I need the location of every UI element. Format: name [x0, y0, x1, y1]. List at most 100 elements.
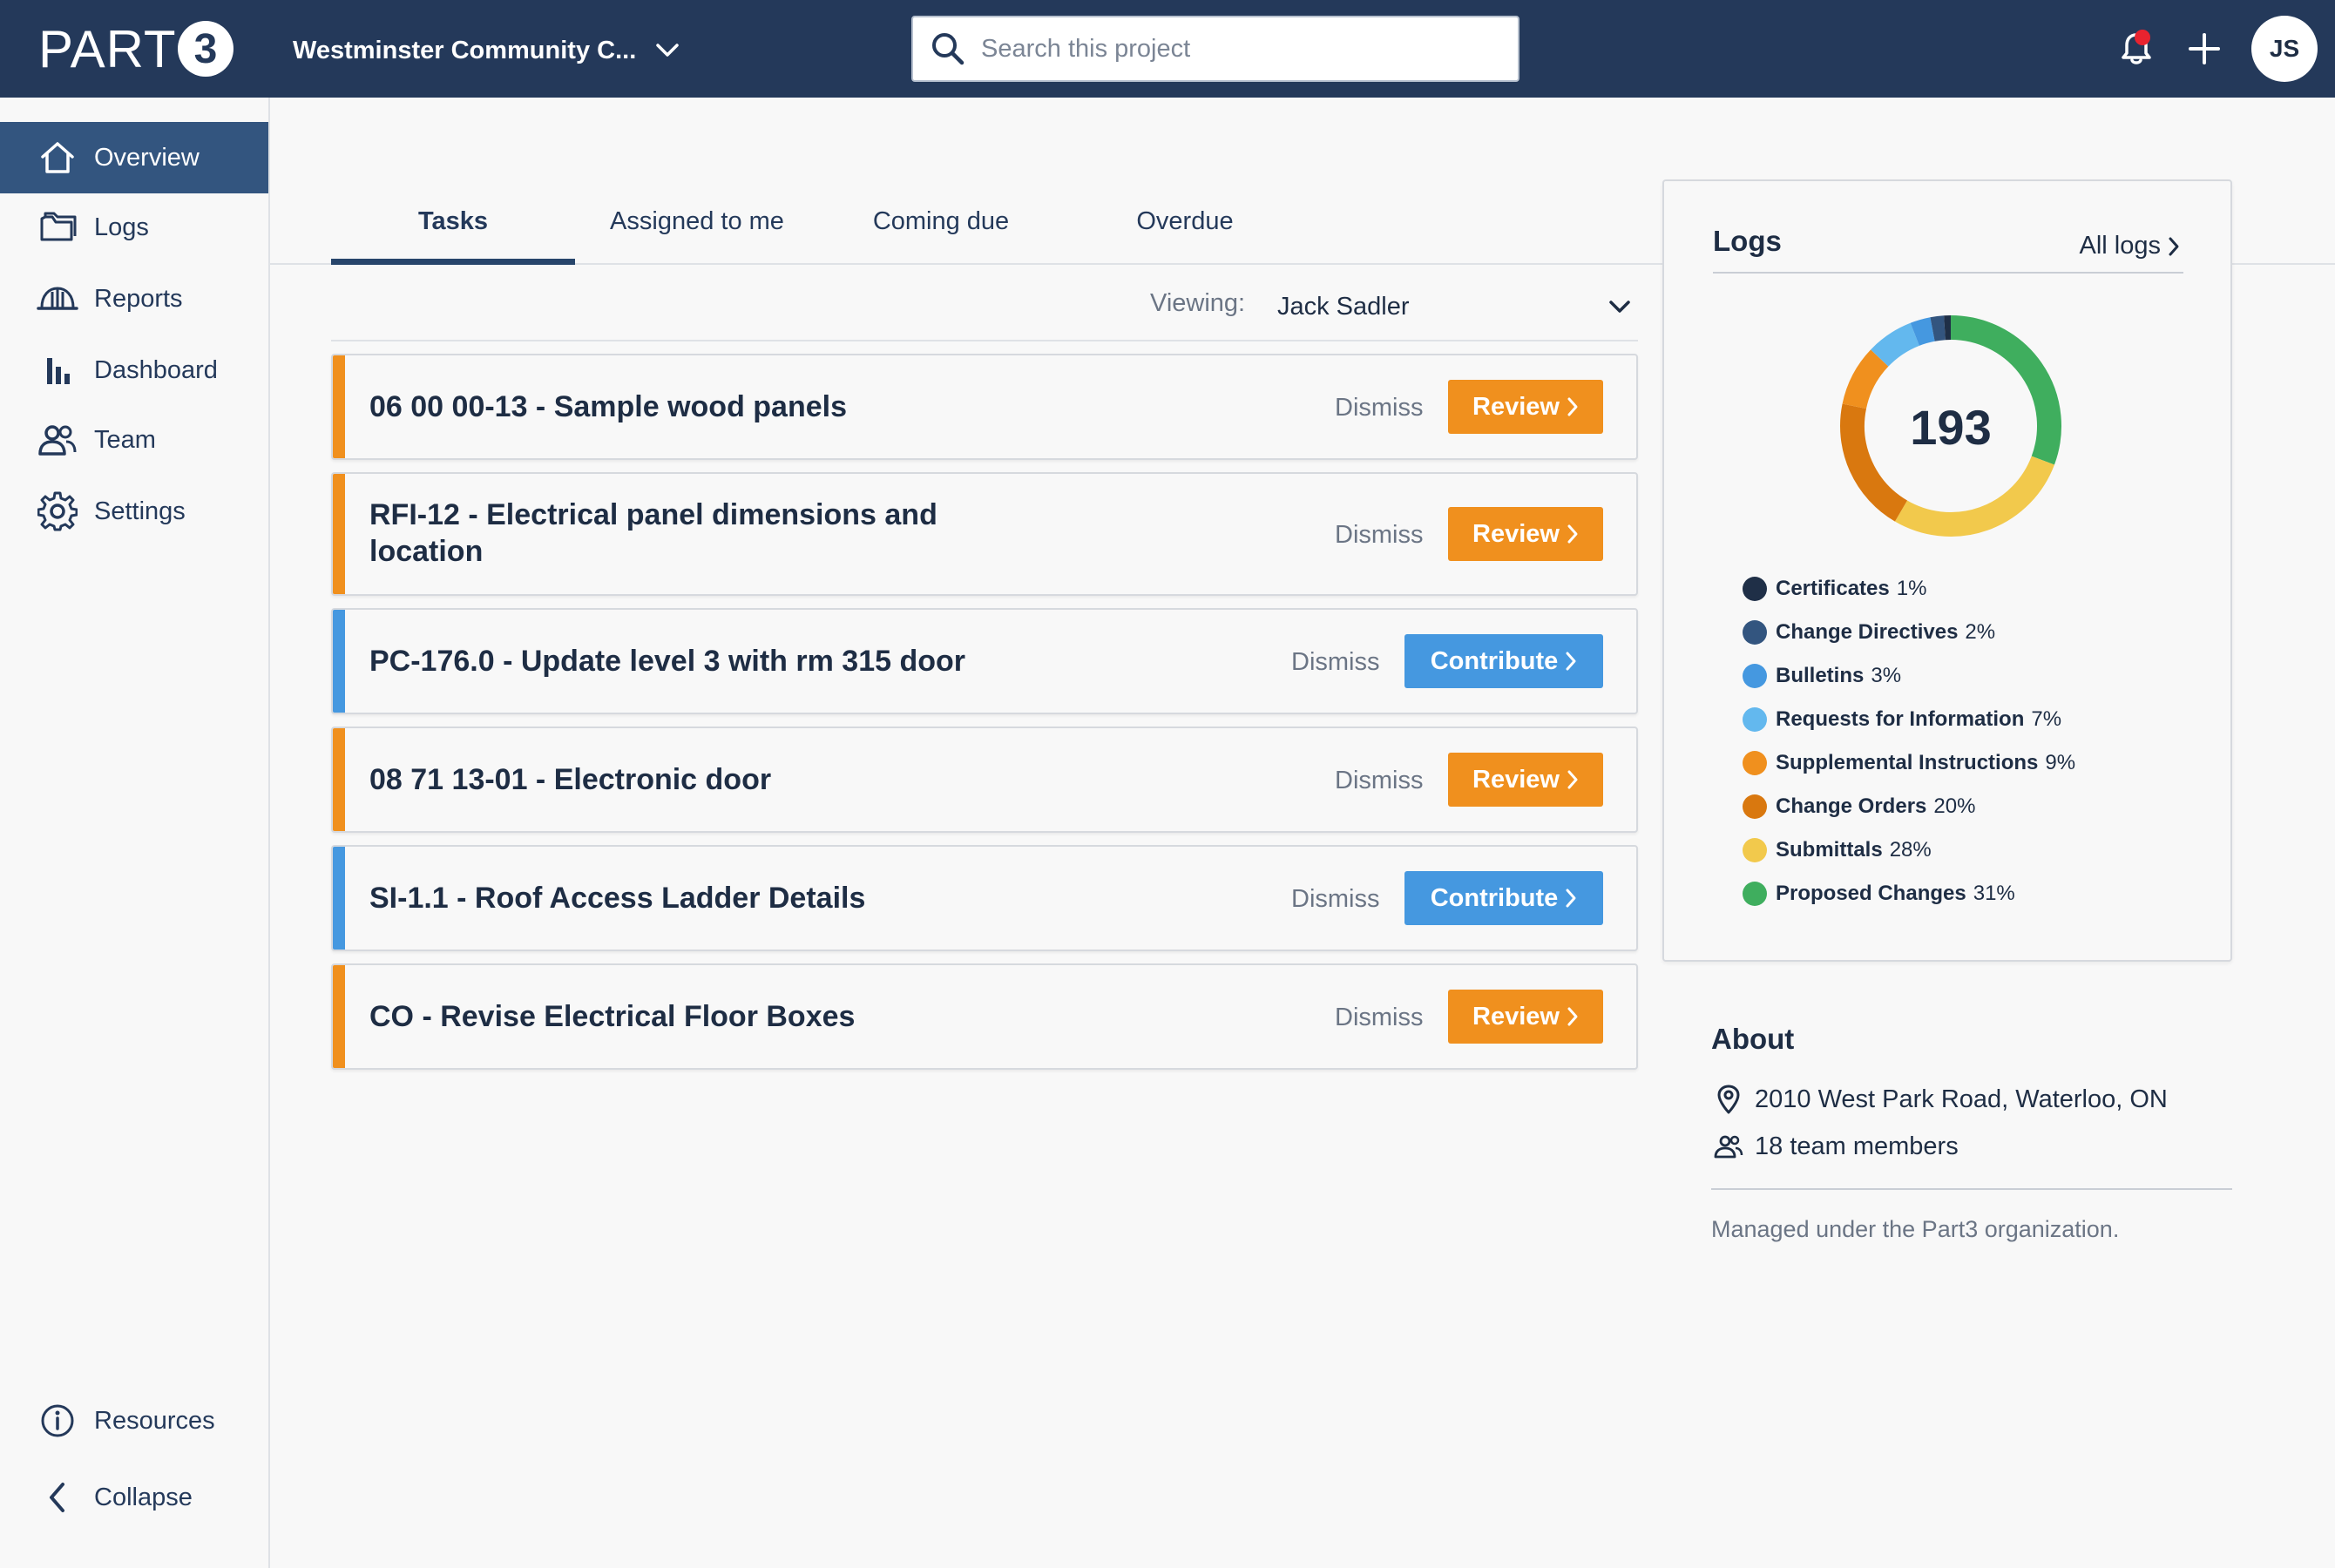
- contribute-button[interactable]: Contribute: [1404, 634, 1603, 688]
- task-card[interactable]: CO - Revise Electrical Floor Boxes Dismi…: [331, 963, 1638, 1070]
- tab-overdue[interactable]: Overdue: [1063, 195, 1307, 265]
- project-name: Westminster Community C...: [293, 36, 637, 64]
- sidebar-item-label: Team: [94, 425, 156, 454]
- search-input[interactable]: [981, 34, 1469, 64]
- legend-item[interactable]: Bulletins 3%: [1743, 660, 1901, 692]
- donut-segment-supplemental-instructions[interactable]: [1842, 349, 1889, 409]
- task-accent-bar: [333, 610, 345, 713]
- legend-label: Change Directives: [1776, 620, 1959, 644]
- chevron-down-icon: [1609, 301, 1630, 313]
- notifications-button[interactable]: [2112, 23, 2161, 75]
- task-title[interactable]: 08 71 13-01 - Electronic door: [369, 761, 1032, 798]
- gear-icon: [37, 490, 78, 532]
- viewing-value: Jack Sadler: [1277, 292, 1410, 321]
- task-accent-bar: [333, 847, 345, 950]
- bar-chart-icon: [37, 349, 78, 391]
- task-title[interactable]: RFI-12 - Electrical panel dimensions and…: [369, 497, 1014, 570]
- chevron-down-icon: [656, 44, 679, 57]
- legend-swatch: [1743, 664, 1767, 688]
- review-button[interactable]: Review: [1448, 753, 1603, 807]
- legend-pct: 1%: [1896, 577, 1927, 600]
- task-title[interactable]: SI-1.1 - Roof Access Ladder Details: [369, 880, 1032, 916]
- hardhat-icon: [37, 278, 78, 320]
- about-team: 18 team members: [1711, 1129, 1959, 1164]
- sidebar-item-reports[interactable]: Reports: [0, 263, 268, 335]
- logs-header: Logs All logs: [1713, 223, 2183, 274]
- sidebar-item-dashboard[interactable]: Dashboard: [0, 335, 268, 406]
- donut-segment-change-orders[interactable]: [1840, 403, 1908, 522]
- donut-segment-submittals[interactable]: [1894, 456, 2054, 537]
- people-icon: [37, 419, 78, 461]
- logs-total: 193: [1910, 400, 1991, 455]
- legend-item[interactable]: Submittals 28%: [1743, 835, 1932, 866]
- task-card[interactable]: PC-176.0 - Update level 3 with rm 315 do…: [331, 608, 1638, 714]
- legend-swatch: [1743, 577, 1767, 601]
- sidebar-item-overview[interactable]: Overview: [0, 122, 268, 193]
- tab-assigned-to-me[interactable]: Assigned to me: [575, 195, 819, 265]
- donut-segment-change-directives[interactable]: [1930, 315, 1946, 341]
- sidebar-item-label: Reports: [94, 284, 183, 313]
- location-pin-icon: [1711, 1082, 1746, 1117]
- legend-label: Requests for Information: [1776, 707, 2025, 731]
- legend-swatch: [1743, 751, 1767, 775]
- chevron-right-icon: [1566, 652, 1576, 671]
- legend-item[interactable]: Proposed Changes 31%: [1743, 878, 2015, 909]
- dismiss-button[interactable]: Dismiss: [1291, 648, 1380, 677]
- avatar[interactable]: JS: [2251, 16, 2318, 82]
- button-label: Review: [1472, 392, 1560, 421]
- tabs-divider-right: [2230, 263, 2335, 265]
- legend-label: Bulletins: [1776, 664, 1865, 687]
- all-logs-link[interactable]: All logs: [2080, 232, 2181, 260]
- all-logs-label: All logs: [2079, 232, 2162, 260]
- sidebar-item-label: Collapse: [94, 1483, 193, 1511]
- tab-tasks[interactable]: Tasks: [331, 195, 575, 265]
- review-button[interactable]: Review: [1448, 380, 1603, 434]
- chevron-right-icon: [1566, 889, 1576, 908]
- task-title[interactable]: 06 00 00-13 - Sample wood panels: [369, 389, 1032, 425]
- sidebar-item-logs[interactable]: Logs: [0, 192, 268, 263]
- legend-item[interactable]: Change Directives 2%: [1743, 617, 1995, 648]
- task-accent-bar: [333, 355, 345, 458]
- legend-label: Submittals: [1776, 838, 1883, 862]
- legend-item[interactable]: Requests for Information 7%: [1743, 704, 2061, 735]
- dismiss-button[interactable]: Dismiss: [1291, 885, 1380, 914]
- legend-swatch: [1743, 620, 1767, 645]
- review-button[interactable]: Review: [1448, 507, 1603, 561]
- task-card[interactable]: 08 71 13-01 - Electronic door Dismiss Re…: [331, 727, 1638, 833]
- review-button[interactable]: Review: [1448, 990, 1603, 1044]
- sidebar-item-team[interactable]: Team: [0, 404, 268, 476]
- search-box[interactable]: [911, 16, 1519, 82]
- contribute-button[interactable]: Contribute: [1404, 871, 1603, 925]
- task-card[interactable]: RFI-12 - Electrical panel dimensions and…: [331, 472, 1638, 596]
- button-label: Review: [1472, 765, 1560, 794]
- dismiss-button[interactable]: Dismiss: [1335, 767, 1424, 795]
- part3-logo[interactable]: PART 3: [38, 17, 234, 80]
- tab-coming-due[interactable]: Coming due: [819, 195, 1063, 265]
- add-button[interactable]: [2178, 23, 2230, 75]
- task-card[interactable]: SI-1.1 - Roof Access Ladder Details Dism…: [331, 845, 1638, 951]
- about-divider: [1711, 1188, 2232, 1190]
- sidebar-item-resources[interactable]: Resources: [0, 1385, 268, 1456]
- task-title[interactable]: CO - Revise Electrical Floor Boxes: [369, 998, 1032, 1035]
- legend-item[interactable]: Supplemental Instructions 9%: [1743, 747, 2075, 779]
- people-icon: [1711, 1129, 1746, 1164]
- task-accent-bar: [333, 965, 345, 1068]
- collapse-button[interactable]: Collapse: [0, 1462, 268, 1533]
- dismiss-button[interactable]: Dismiss: [1335, 394, 1424, 422]
- home-icon: [37, 137, 78, 179]
- dismiss-button[interactable]: Dismiss: [1335, 521, 1424, 550]
- task-card[interactable]: 06 00 00-13 - Sample wood panels Dismiss…: [331, 354, 1638, 460]
- project-switcher[interactable]: Westminster Community C...: [293, 26, 680, 75]
- legend-pct: 28%: [1889, 838, 1932, 862]
- sidebar-item-label: Resources: [94, 1406, 215, 1435]
- dismiss-button[interactable]: Dismiss: [1335, 1004, 1424, 1032]
- legend-item[interactable]: Change Orders 20%: [1743, 791, 1975, 822]
- viewing-select[interactable]: Jack Sadler: [1277, 284, 1638, 329]
- task-title[interactable]: PC-176.0 - Update level 3 with rm 315 do…: [369, 643, 1066, 679]
- donut-segment-bulletins[interactable]: [1910, 317, 1935, 346]
- donut-segment-requests-for-information[interactable]: [1871, 322, 1920, 367]
- chevron-left-icon: [37, 1477, 78, 1518]
- task-accent-bar: [333, 728, 345, 831]
- sidebar-item-settings[interactable]: Settings: [0, 476, 268, 547]
- legend-item[interactable]: Certificates 1%: [1743, 573, 1926, 605]
